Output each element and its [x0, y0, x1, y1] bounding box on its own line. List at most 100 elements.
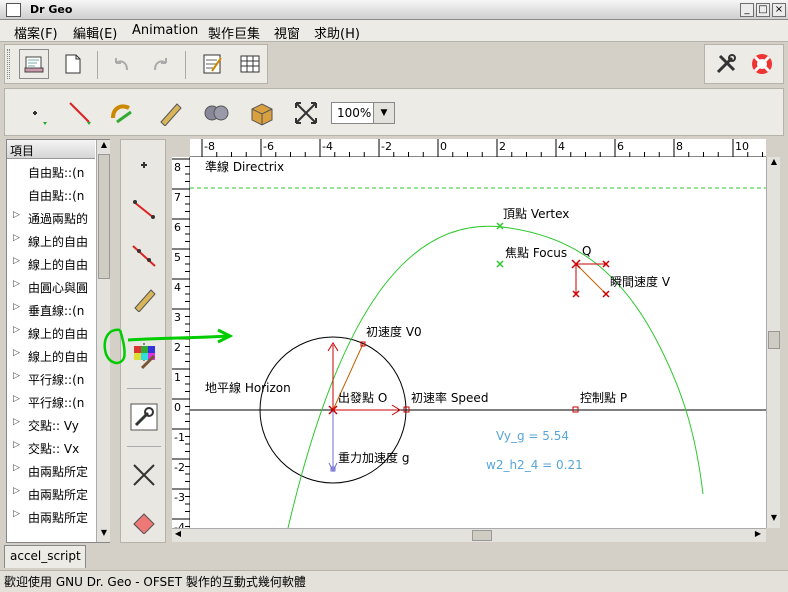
grid-button[interactable]: [235, 49, 265, 79]
tree-item[interactable]: ▷ 交點:: Vx: [7, 436, 95, 459]
expand-arrow-icon[interactable]: ▷: [13, 463, 20, 473]
canvas-scroll-thumb[interactable]: [768, 331, 780, 349]
w2-value: w2_h2_4 = 0.21: [486, 458, 583, 472]
line-tool-button[interactable]: [65, 98, 95, 128]
title-bar: Dr Geo _ □ ×: [0, 0, 788, 20]
expand-arrow-icon[interactable]: ▷: [13, 233, 20, 243]
package-tool-button[interactable]: [247, 98, 277, 128]
expand-arrow-icon[interactable]: ▷: [13, 210, 20, 220]
expand-arrow-icon[interactable]: ▷: [13, 279, 20, 289]
tree-item[interactable]: ▷ 線上的自由: [7, 344, 95, 367]
separator: [127, 388, 161, 389]
scroll-down-icon[interactable]: ▼: [98, 528, 110, 540]
expand-arrow-icon[interactable]: ▷: [13, 302, 20, 312]
tree-scroll-thumb[interactable]: [98, 154, 110, 279]
move-tool[interactable]: [125, 456, 163, 494]
edit-button[interactable]: [197, 49, 227, 79]
chevron-down-icon[interactable]: ▼: [373, 103, 394, 123]
tree-item[interactable]: ▷ 線上的自由: [7, 321, 95, 344]
menu-help[interactable]: 求助(H): [314, 23, 360, 42]
preferences-button[interactable]: [711, 49, 741, 79]
measure-tool[interactable]: [125, 280, 163, 318]
separator: [185, 51, 186, 79]
ruler-y-label: 5: [174, 251, 181, 264]
canvas-vertical-scrollbar[interactable]: ▲ ▼: [766, 157, 780, 528]
canvas-horizontal-scrollbar[interactable]: ◀ ▶: [172, 528, 766, 542]
menu-edit[interactable]: 編輯(E): [73, 23, 117, 42]
point-icon: [141, 162, 147, 168]
scroll-up-icon[interactable]: ▲: [98, 140, 110, 152]
menu-animation[interactable]: Animation: [132, 23, 198, 38]
scroll-left-icon[interactable]: ◀: [172, 529, 184, 541]
expand-arrow-icon[interactable]: ▷: [13, 394, 20, 404]
redo-icon: [154, 58, 167, 71]
tree-item[interactable]: ▷ 由兩點所定: [7, 505, 95, 528]
tree-item[interactable]: 自由點::(n: [7, 183, 95, 206]
minimize-icon[interactable]: _: [740, 3, 754, 17]
tree-item-label: 平行線::(n: [28, 396, 85, 410]
undo-button[interactable]: [107, 49, 137, 79]
tree-item-label: 由圓心與圓: [28, 281, 89, 295]
eraser-tool[interactable]: [125, 502, 163, 540]
tree-item[interactable]: ▷ 平行線::(n: [7, 390, 95, 413]
tree-item[interactable]: ▷ 通過兩點的: [7, 206, 95, 229]
canvas-hscroll-thumb[interactable]: [472, 530, 492, 541]
expand-arrow-icon[interactable]: ▷: [13, 440, 20, 450]
expand-arrow-icon[interactable]: ▷: [13, 486, 20, 496]
toolbar-grip[interactable]: [7, 49, 10, 79]
tab-accel-script[interactable]: accel_script: [4, 545, 86, 568]
tree-item[interactable]: ▷ 由兩點所定: [7, 459, 95, 482]
ruler-x-label: -8: [204, 140, 215, 153]
line-icon: [132, 245, 156, 267]
tree-item[interactable]: 自由點::(n: [7, 160, 95, 183]
ruler-icon: [134, 289, 156, 312]
zoom-select[interactable]: 100% ▼: [331, 102, 395, 124]
new-button[interactable]: [57, 49, 87, 79]
scroll-right-icon[interactable]: ▶: [752, 529, 764, 541]
expand-arrow-icon[interactable]: ▷: [13, 509, 20, 519]
help-button[interactable]: [747, 49, 777, 79]
tree-item[interactable]: ▷ 由圓心與圓: [7, 275, 95, 298]
tree-item[interactable]: ▷ 由兩點所定: [7, 482, 95, 505]
line-tool[interactable]: [125, 236, 163, 274]
curve-tool-button[interactable]: [107, 98, 137, 128]
point-tool-button[interactable]: [21, 98, 51, 128]
menu-file[interactable]: 檔案(F): [14, 23, 58, 42]
app-icon[interactable]: [6, 3, 21, 17]
expand-arrow-icon[interactable]: ▷: [13, 417, 20, 427]
tree-item[interactable]: ▷ 交點:: Vy: [7, 413, 95, 436]
expand-arrow-icon[interactable]: ▷: [13, 348, 20, 358]
maximize-icon[interactable]: □: [756, 3, 770, 17]
tree-item-label: 垂直線::(n: [28, 304, 85, 318]
redo-button[interactable]: [145, 49, 175, 79]
point-tool[interactable]: [125, 146, 163, 184]
scroll-up-icon[interactable]: ▲: [768, 157, 780, 169]
separator: [97, 51, 98, 79]
tree-item[interactable]: ▷ 線上的自由: [7, 229, 95, 252]
expand-arrow-icon[interactable]: ▷: [13, 325, 20, 335]
menu-bar: 檔案(F) 編輯(E) Animation 製作巨集 視窗 求助(H): [0, 20, 788, 42]
tree-item[interactable]: ▷ 垂直線::(n: [7, 298, 95, 321]
grid-icon: [240, 55, 260, 73]
tree-header[interactable]: 項目: [7, 140, 95, 159]
ruler-x-label: -4: [322, 140, 333, 153]
open-button[interactable]: [19, 49, 49, 79]
tree-item[interactable]: ▷ 平行線::(n: [7, 367, 95, 390]
menu-window[interactable]: 視窗: [274, 23, 300, 42]
scroll-down-icon[interactable]: ▼: [768, 513, 780, 525]
close-icon[interactable]: ×: [772, 3, 786, 17]
expand-arrow-icon[interactable]: ▷: [13, 256, 20, 266]
point-icon: [33, 111, 47, 125]
properties-tool[interactable]: [125, 398, 163, 436]
expand-arrow-icon[interactable]: ▷: [13, 371, 20, 381]
zoom-fit-button[interactable]: [291, 98, 321, 128]
tree-item[interactable]: ▷ 線上的自由: [7, 252, 95, 275]
macro-tool-button[interactable]: [201, 98, 231, 128]
geometry-canvas[interactable]: 準線 Directrix 頂點 Vertex 焦點 Focus Q 瞬間速度 V…: [190, 157, 766, 528]
menu-macro[interactable]: 製作巨集: [208, 23, 260, 42]
segment-tool[interactable]: [125, 190, 163, 228]
measure-tool-button[interactable]: [155, 98, 185, 128]
status-text: 歡迎使用 GNU Dr. Geo - OFSET 製作的互動式幾何軟體: [4, 575, 306, 589]
tree-item-label: 線上的自由: [28, 350, 89, 364]
tree-item-label: 交點:: Vy: [28, 419, 79, 433]
